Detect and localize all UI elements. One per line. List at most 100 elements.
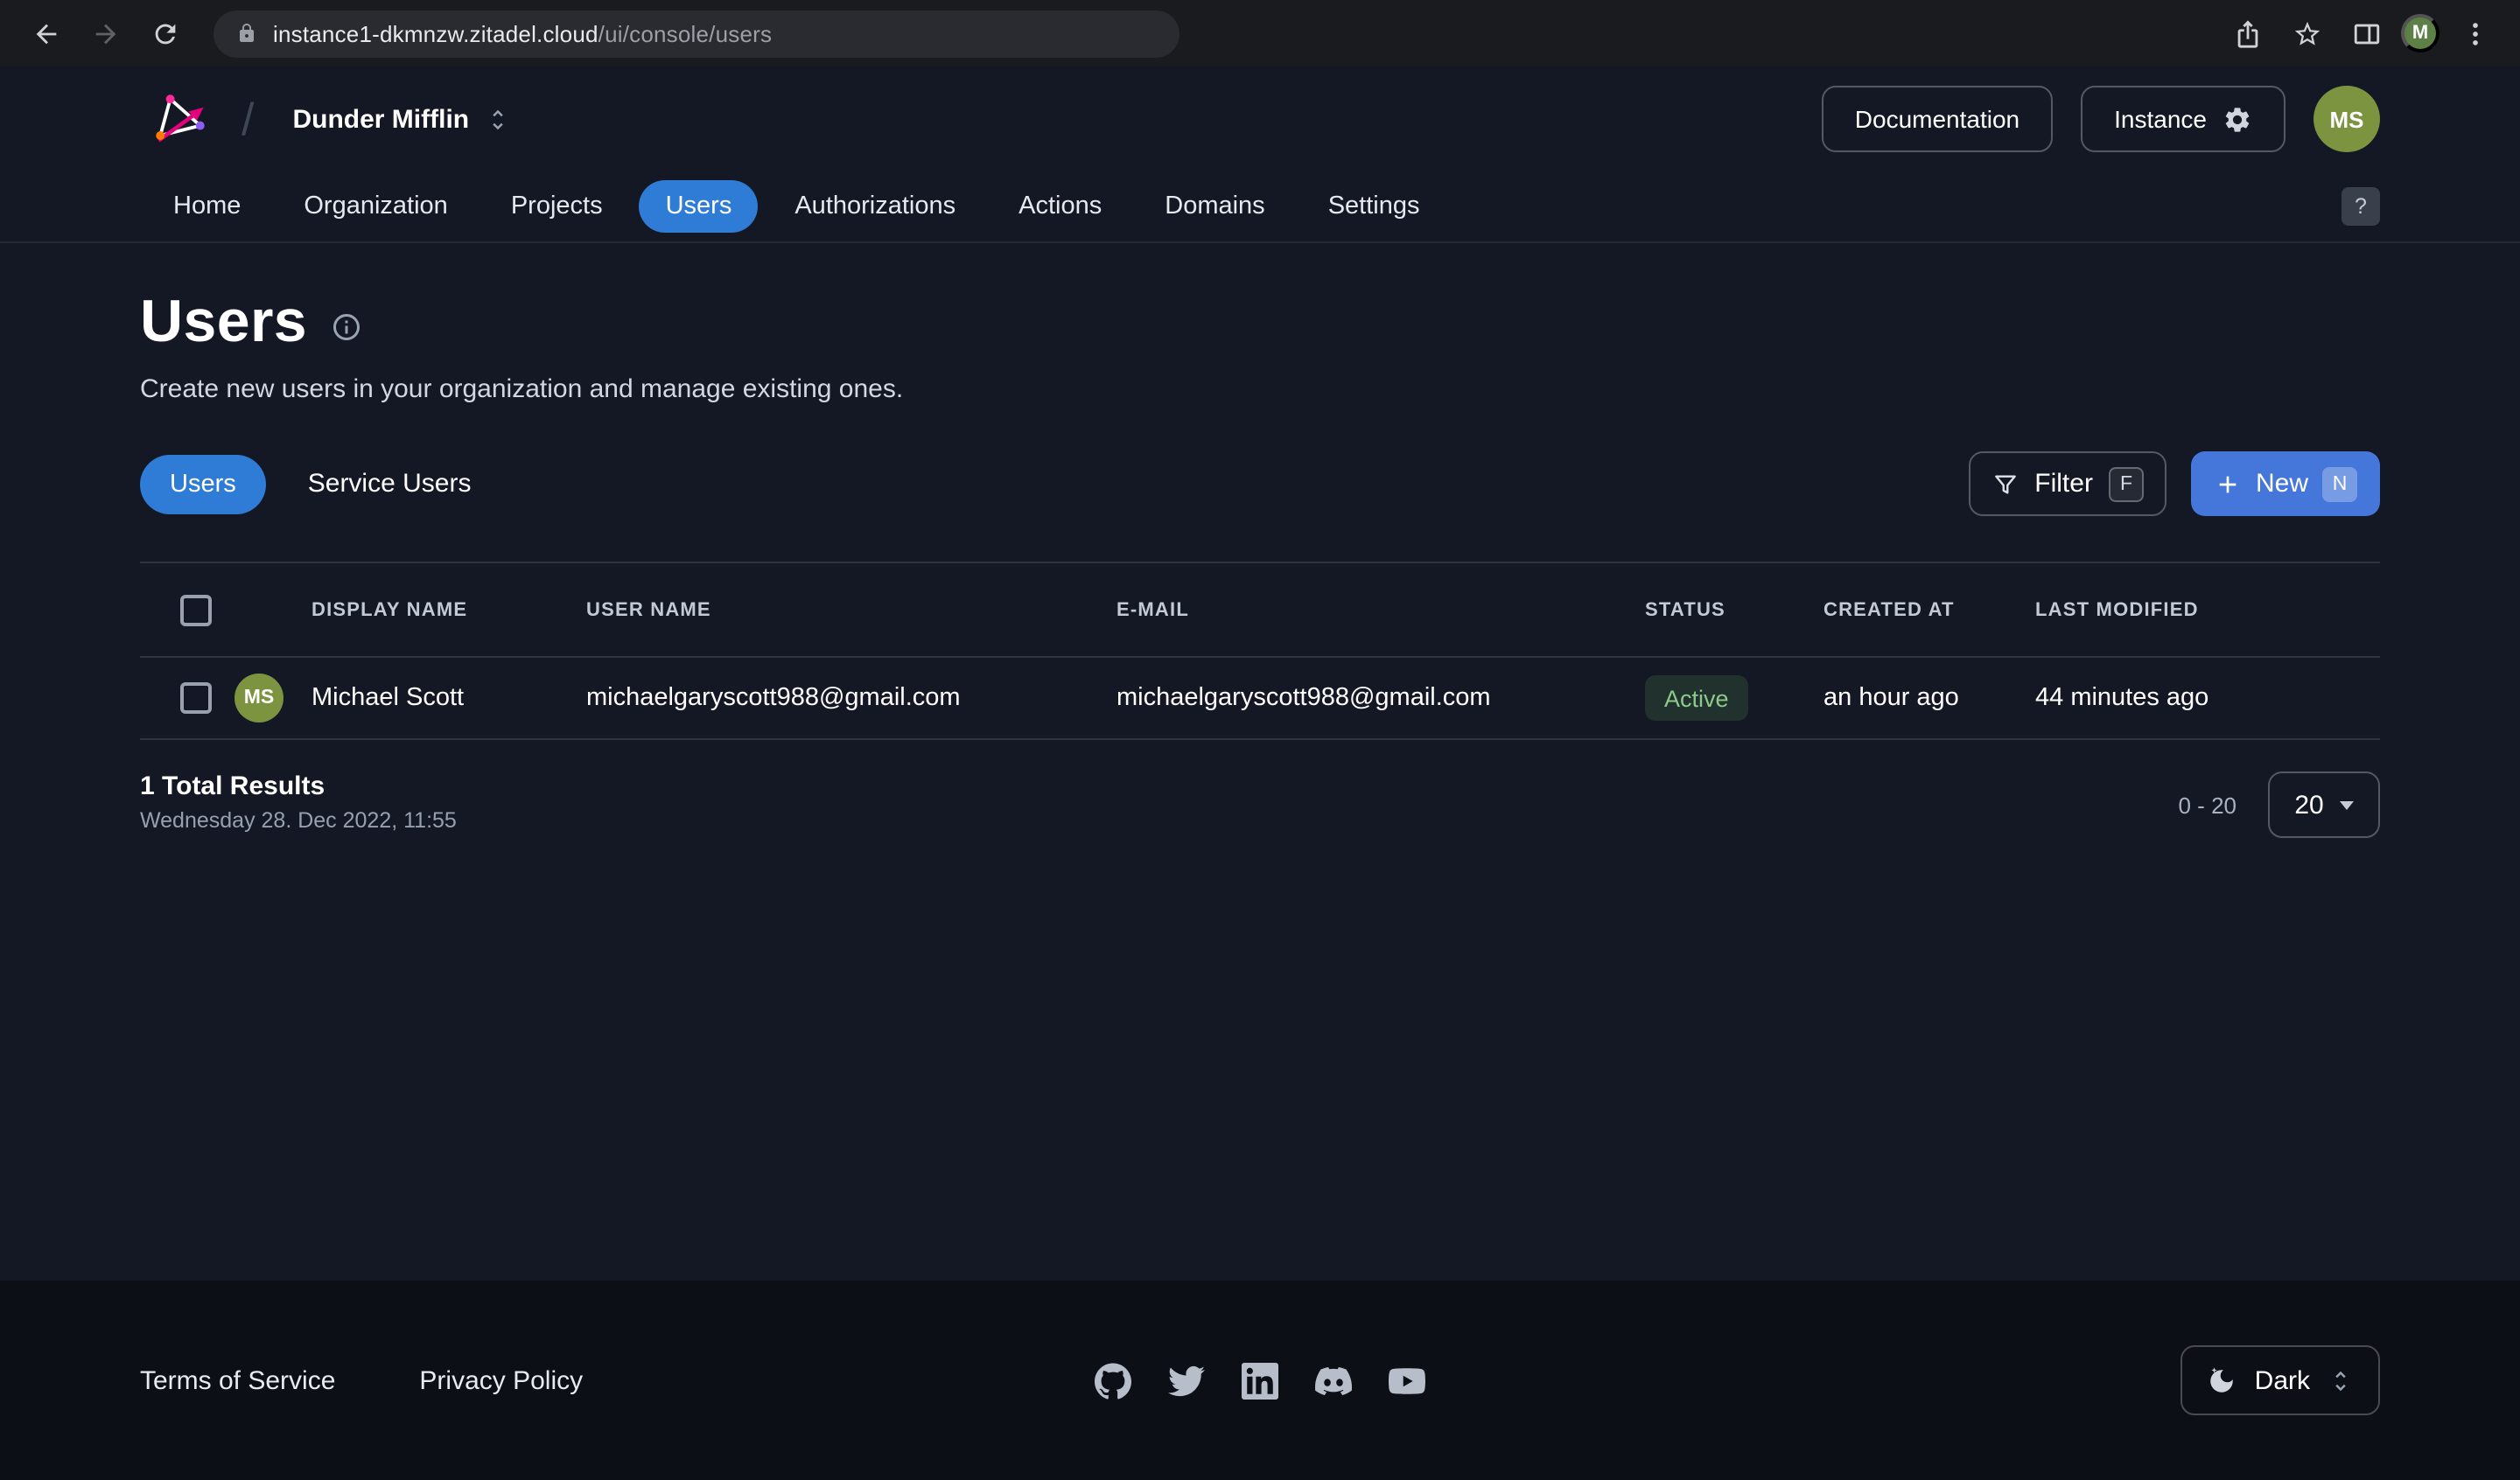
app-header: / Dunder Mifflin Documentation Instance	[0, 66, 2520, 243]
url-host: instance1-dkmnzw.zitadel.cloud	[273, 20, 598, 46]
table-row[interactable]: MS Michael Scott michaelgaryscott988@gma…	[140, 657, 2380, 739]
tab-projects[interactable]: Projects	[485, 180, 629, 233]
page-range: 0 - 20	[2179, 792, 2237, 818]
row-avatar: MS	[234, 674, 284, 723]
tab-organization[interactable]: Organization	[277, 180, 473, 233]
footer-links: Terms of Service Privacy Policy	[140, 1365, 583, 1395]
youtube-icon[interactable]	[1389, 1362, 1425, 1399]
help-shortcut-button[interactable]: ?	[2342, 187, 2380, 226]
header-top-row: / Dunder Mifflin Documentation Instance	[147, 66, 2380, 171]
forward-icon[interactable]	[80, 9, 130, 58]
privacy-policy-link[interactable]: Privacy Policy	[419, 1365, 583, 1395]
breadcrumb-slash: /	[242, 92, 254, 146]
linkedin-icon[interactable]	[1242, 1362, 1278, 1399]
main-content: Users Create new users in your organizat…	[0, 243, 2520, 1281]
browser-profile-avatar[interactable]: M	[2401, 14, 2440, 52]
instance-label: Instance	[2114, 105, 2207, 133]
page-size-value: 20	[2294, 790, 2323, 820]
page-size-select[interactable]: 20	[2268, 771, 2380, 838]
org-switcher[interactable]: Dunder Mifflin	[282, 97, 522, 141]
theme-unfold-icon	[2328, 1367, 2354, 1393]
theme-toggle-button[interactable]: Dark	[2181, 1345, 2380, 1415]
column-status: STATUS	[1638, 562, 1816, 657]
refresh-icon[interactable]	[140, 9, 189, 58]
user-type-toggle: Users Service Users	[140, 454, 471, 513]
avatar-column-header	[228, 562, 304, 657]
org-name: Dunder Mifflin	[292, 104, 469, 134]
gear-icon	[2222, 104, 2252, 134]
console-app: / Dunder Mifflin Documentation Instance	[0, 66, 2520, 1480]
discord-icon[interactable]	[1315, 1362, 1352, 1399]
list-toolbar: Users Service Users Filter F	[140, 451, 2380, 516]
filter-shortcut-key: F	[2109, 466, 2144, 501]
tab-settings[interactable]: Settings	[1302, 180, 1446, 233]
share-icon[interactable]	[2222, 9, 2272, 58]
zitadel-logo-icon[interactable]	[147, 86, 214, 152]
results-timestamp: Wednesday 28. Dec 2022, 11:55	[140, 808, 457, 833]
toolbar-actions: Filter F New N	[1968, 451, 2380, 516]
cell-display-name: Michael Scott	[304, 657, 579, 739]
cell-created-at: an hour ago	[1816, 657, 2028, 739]
table-header-row: DISPLAY NAME USER NAME E-MAIL STATUS CRE…	[140, 562, 2380, 657]
documentation-label: Documentation	[1855, 105, 2020, 133]
column-last-modified: LAST MODIFIED	[2028, 562, 2380, 657]
toggle-users[interactable]: Users	[140, 454, 266, 513]
row-checkbox[interactable]	[180, 682, 212, 714]
page-title-row: Users	[140, 289, 2380, 357]
tab-domains[interactable]: Domains	[1138, 180, 1291, 233]
status-badge: Active	[1645, 675, 1748, 721]
cell-user-name: michaelgaryscott988@gmail.com	[579, 657, 1110, 739]
toggle-service-users[interactable]: Service Users	[308, 469, 472, 499]
total-results: 1 Total Results	[140, 771, 457, 801]
filter-button[interactable]: Filter F	[1968, 451, 2166, 516]
tab-authorizations[interactable]: Authorizations	[768, 180, 982, 233]
page-subtitle: Create new users in your organization an…	[140, 374, 2380, 404]
theme-label: Dark	[2255, 1365, 2310, 1395]
tab-users[interactable]: Users	[640, 180, 759, 233]
filter-funnel-icon	[1991, 470, 2019, 498]
cell-last-modified: 44 minutes ago	[2028, 657, 2380, 739]
screen: instance1-dkmnzw.zitadel.cloud/ui/consol…	[0, 0, 2520, 1480]
main-nav: Home Organization Projects Users Authori…	[147, 171, 2380, 241]
column-user-name: USER NAME	[579, 562, 1110, 657]
terms-of-service-link[interactable]: Terms of Service	[140, 1365, 335, 1395]
new-user-button[interactable]: New N	[2191, 451, 2380, 516]
social-links	[1095, 1362, 1425, 1399]
lock-icon	[236, 23, 257, 44]
user-avatar[interactable]: MS	[2314, 86, 2380, 152]
column-created-at: CREATED AT	[1816, 562, 2028, 657]
instance-button[interactable]: Instance	[2081, 86, 2286, 152]
header-actions: Documentation Instance MS	[1822, 86, 2380, 152]
new-label: New	[2256, 469, 2308, 499]
cell-email: michaelgaryscott988@gmail.com	[1110, 657, 1638, 739]
browser-menu-icon[interactable]	[2450, 9, 2499, 58]
back-icon[interactable]	[21, 9, 70, 58]
table-footer: 1 Total Results Wednesday 28. Dec 2022, …	[140, 771, 2380, 838]
url-path: /ui/console/users	[598, 20, 773, 46]
users-table: DISPLAY NAME USER NAME E-MAIL STATUS CRE…	[140, 562, 2380, 740]
new-shortcut-key: N	[2322, 466, 2357, 501]
tab-actions[interactable]: Actions	[992, 180, 1128, 233]
bookmark-star-icon[interactable]	[2282, 9, 2331, 58]
address-bar[interactable]: instance1-dkmnzw.zitadel.cloud/ui/consol…	[214, 10, 1180, 57]
pagination: 0 - 20 20	[2179, 771, 2381, 838]
tab-home[interactable]: Home	[147, 180, 267, 233]
url-text: instance1-dkmnzw.zitadel.cloud/ui/consol…	[273, 20, 772, 46]
twitter-icon[interactable]	[1168, 1362, 1205, 1399]
info-icon[interactable]	[330, 311, 361, 342]
page-title: Users	[140, 289, 307, 357]
page-footer: Terms of Service Privacy Policy	[0, 1281, 2520, 1480]
github-icon[interactable]	[1095, 1362, 1131, 1399]
results-summary: 1 Total Results Wednesday 28. Dec 2022, …	[140, 771, 457, 833]
select-all-checkbox[interactable]	[180, 594, 212, 625]
caret-down-icon	[2340, 800, 2354, 809]
column-email: E-MAIL	[1110, 562, 1638, 657]
plus-icon	[2214, 470, 2242, 498]
side-panel-icon[interactable]	[2342, 9, 2390, 58]
column-display-name: DISPLAY NAME	[304, 562, 579, 657]
unfold-chevrons-icon	[485, 106, 511, 132]
moon-icon	[2208, 1365, 2237, 1395]
documentation-button[interactable]: Documentation	[1822, 86, 2053, 152]
browser-toolbar: instance1-dkmnzw.zitadel.cloud/ui/consol…	[0, 0, 2520, 66]
filter-label: Filter	[2034, 469, 2093, 499]
